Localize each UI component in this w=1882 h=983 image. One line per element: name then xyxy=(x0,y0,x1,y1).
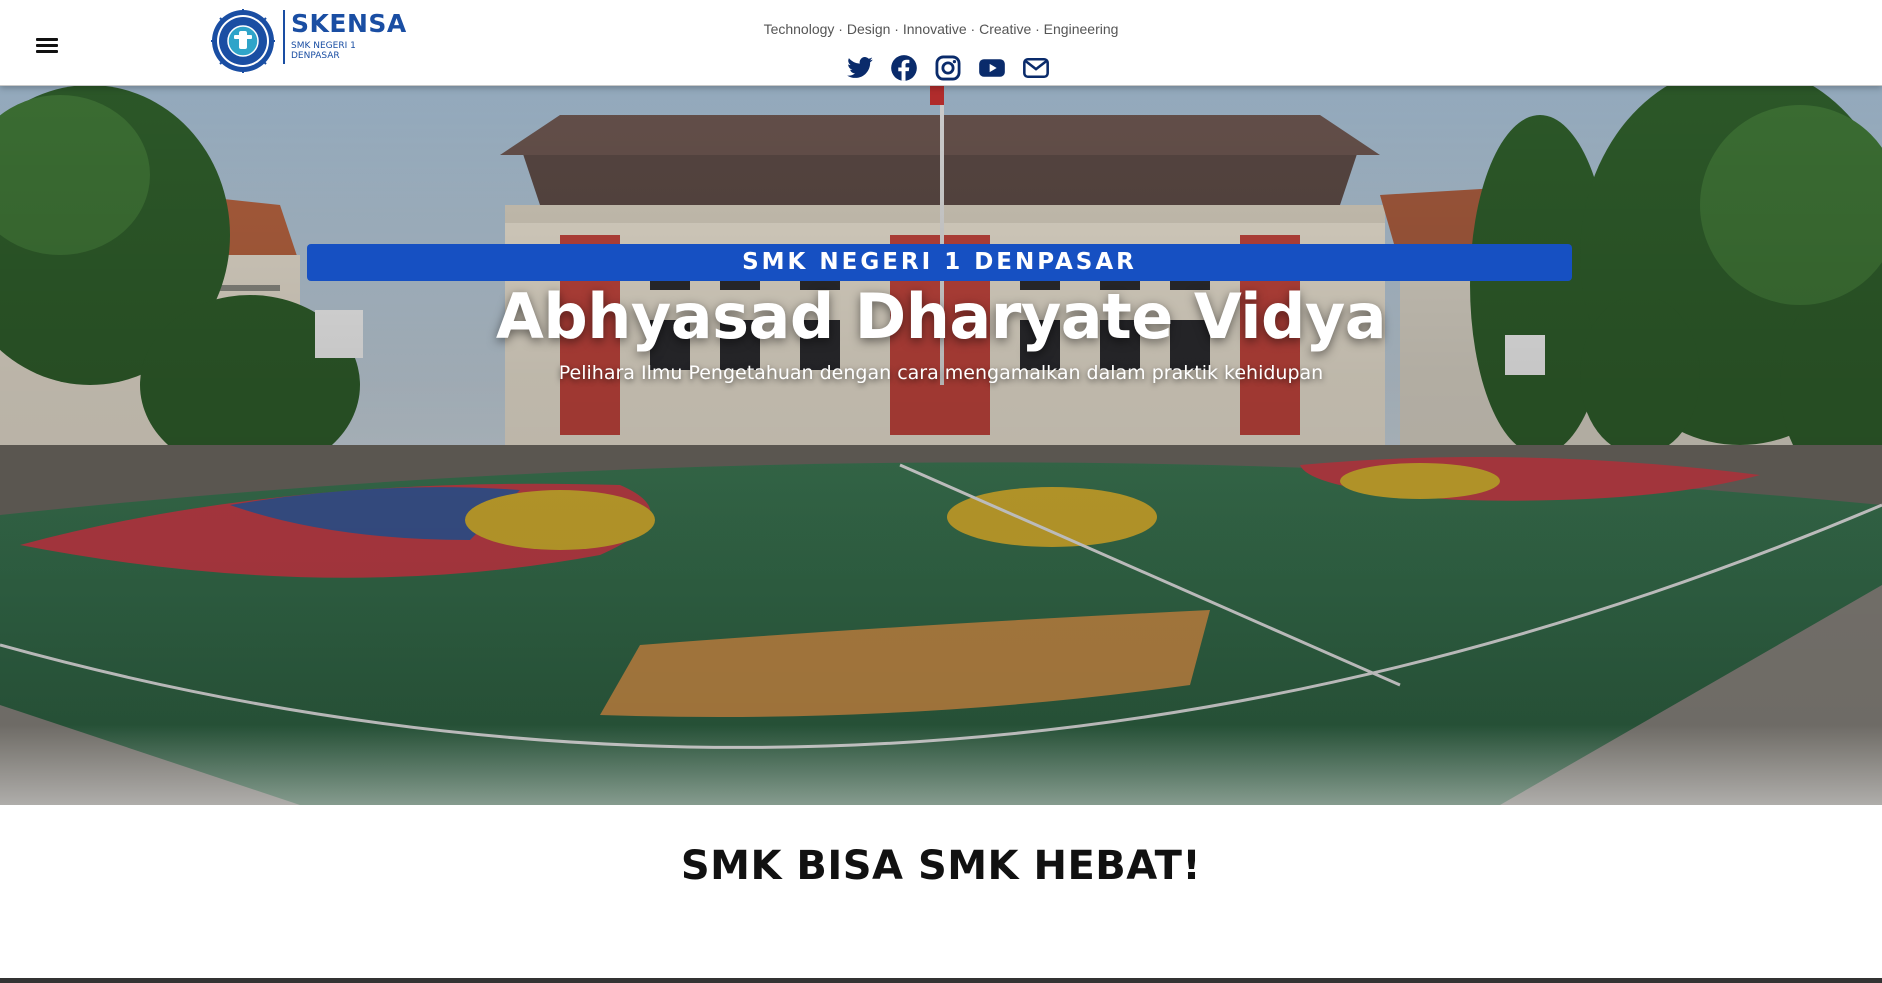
social-links xyxy=(846,54,1049,82)
hero-school-banner: SMK NEGERI 1 DENPASAR xyxy=(307,244,1572,281)
hamburger-menu-icon[interactable] xyxy=(36,36,58,60)
mail-icon[interactable] xyxy=(1022,54,1050,82)
hero-title: Abhyasad Dharyate Vidya xyxy=(495,280,1387,353)
site-header: SKENSA SMK NEGERI 1 DENPASAR Technology … xyxy=(0,0,1882,86)
hero-subtitle: Pelihara Ilmu Pengetahuan dengan cara me… xyxy=(558,362,1324,384)
school-emblem-icon xyxy=(211,9,275,73)
twitter-icon[interactable] xyxy=(846,54,874,82)
youtube-icon[interactable] xyxy=(978,54,1006,82)
bottom-divider xyxy=(0,978,1882,983)
instagram-icon[interactable] xyxy=(934,54,962,82)
facebook-icon[interactable] xyxy=(890,54,918,82)
logo-wordmark: SKENSA SMK NEGERI 1 DENPASAR xyxy=(283,10,407,64)
logo-sub-line1: SMK NEGERI 1 xyxy=(291,41,356,51)
logo-sub-line2: DENPASAR xyxy=(291,51,340,61)
hero-section: SMK NEGERI 1 DENPASAR Abhyasad Dharyate … xyxy=(0,85,1882,805)
slogan-heading: SMK BISA SMK HEBAT! xyxy=(680,843,1202,889)
site-tagline: Technology · Design · Innovative · Creat… xyxy=(763,21,1119,37)
school-logo[interactable]: SKENSA SMK NEGERI 1 DENPASAR xyxy=(210,8,407,76)
